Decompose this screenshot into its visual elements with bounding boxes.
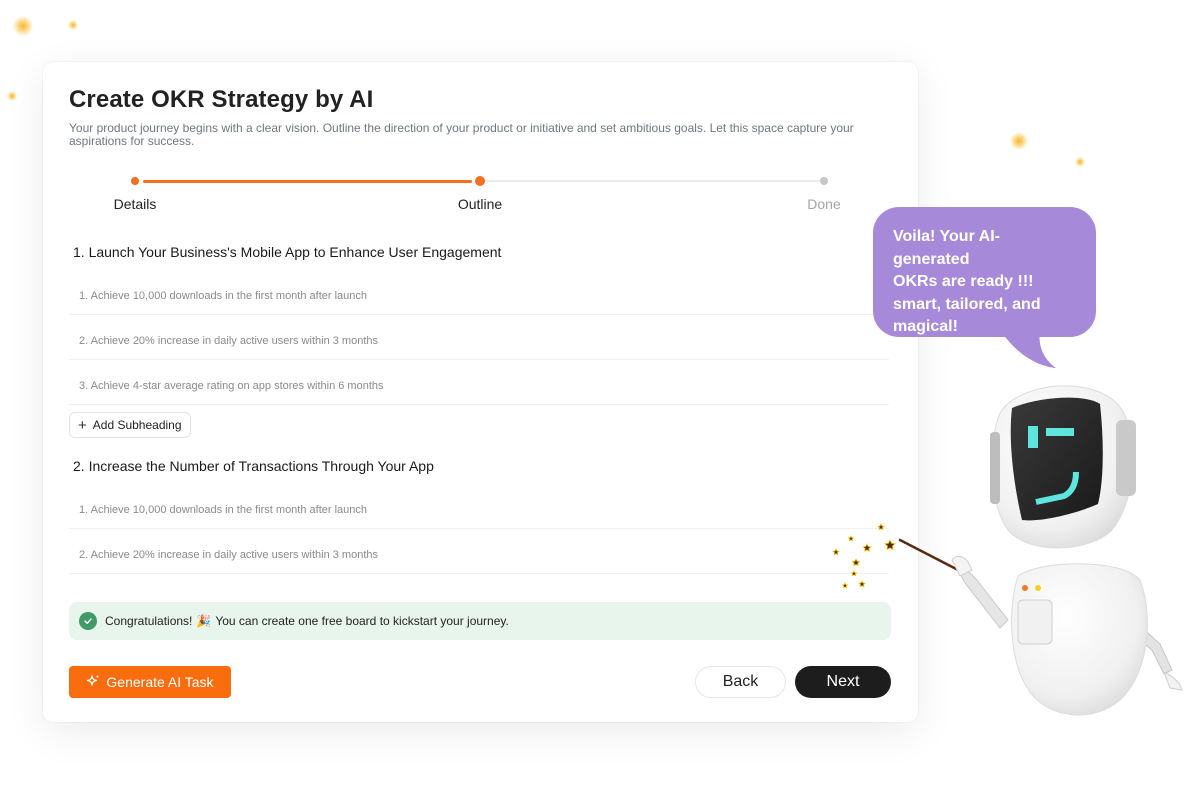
back-button[interactable]: Back xyxy=(695,666,786,698)
page-title: Create OKR Strategy by AI xyxy=(69,86,374,113)
objective-heading[interactable]: 1. Launch Your Business's Mobile App to … xyxy=(73,244,501,260)
step-dot-done xyxy=(820,177,828,185)
key-result-text: 2. Achieve 20% increase in daily active … xyxy=(79,335,378,347)
progress-stepper: Details Outline Done xyxy=(43,172,918,212)
page-subtitle: Your product journey begins with a clear… xyxy=(69,121,854,148)
robot-light-orange xyxy=(1022,585,1028,591)
objective-heading[interactable]: 2. Increase the Number of Transactions T… xyxy=(73,458,434,474)
key-result-text: 3. Achieve 4-star average rating on app … xyxy=(79,380,384,392)
robot-mascot-illustration xyxy=(898,385,1183,716)
robot-ear-right xyxy=(1116,420,1136,496)
add-subheading-label: Add Subheading xyxy=(92,418,182,432)
robot-arm-left xyxy=(959,567,1009,629)
stepper-remaining-line xyxy=(483,180,820,182)
speech-bubble: Voila! Your AI-generated OKRs are ready … xyxy=(873,207,1096,337)
stepper-progress-line xyxy=(143,180,472,183)
party-popper-icon: 🎉 xyxy=(196,614,212,628)
robot-light-yellow xyxy=(1035,585,1041,591)
robot-ear-left xyxy=(990,432,1000,504)
key-result-item[interactable]: 3. Achieve 4-star average rating on app … xyxy=(69,360,889,405)
add-subheading-button[interactable]: + Add Subheading xyxy=(69,412,191,438)
star-icon xyxy=(851,558,861,567)
key-result-text: 1. Achieve 10,000 downloads in the first… xyxy=(79,290,368,302)
sparkle-icon xyxy=(1072,154,1088,170)
star-icon xyxy=(832,548,840,556)
sparkle-icon xyxy=(8,11,38,41)
bubble-line: Voila! Your AI-generated xyxy=(893,228,1000,268)
key-result-item[interactable]: 2. Achieve 20% increase in daily active … xyxy=(69,315,889,360)
sparkle-icon xyxy=(1006,128,1032,154)
generate-ai-task-button[interactable]: Generate AI Task xyxy=(69,666,231,698)
magic-wand xyxy=(898,538,964,574)
next-button[interactable]: Next xyxy=(795,666,891,698)
generate-ai-task-label: Generate AI Task xyxy=(106,674,214,690)
star-icon xyxy=(841,582,849,589)
okr-wizard-card: Create OKR Strategy by AI Your product j… xyxy=(43,62,918,722)
key-result-item[interactable]: 1. Achieve 10,000 downloads in the first… xyxy=(69,484,889,529)
sparkle-icon xyxy=(86,674,100,691)
alert-text-lead: Congratulations! xyxy=(105,614,193,628)
plus-icon: + xyxy=(78,416,87,434)
sparkle-icon xyxy=(65,17,81,33)
key-result-text: 2. Achieve 20% increase in daily active … xyxy=(79,549,378,561)
step-outline[interactable]: Outline xyxy=(458,196,502,212)
step-details[interactable]: Details xyxy=(114,196,157,212)
robot-eye-left xyxy=(1028,426,1038,448)
star-icon xyxy=(847,535,855,542)
sparkle-icon xyxy=(4,88,20,104)
bubble-line: OKRs are ready !!! xyxy=(893,273,1034,290)
bubble-line: smart, tailored, and xyxy=(893,295,1041,313)
robot-chest-panel xyxy=(1017,599,1053,645)
step-dot-details xyxy=(131,177,139,185)
robot-eye-right xyxy=(1046,428,1074,436)
star-icon xyxy=(858,580,866,588)
key-result-text: 1. Achieve 10,000 downloads in the first… xyxy=(79,504,368,516)
success-alert: Congratulations! 🎉 You can create one fr… xyxy=(69,602,891,640)
star-icon xyxy=(877,523,885,531)
star-icon xyxy=(862,543,872,552)
robot-hand-right xyxy=(1163,670,1183,691)
robot-face-screen xyxy=(1010,397,1103,521)
key-result-item[interactable]: 2. Achieve 20% increase in daily active … xyxy=(69,529,889,574)
step-dot-outline xyxy=(475,176,485,186)
step-done: Done xyxy=(807,196,841,212)
bubble-line: magical! xyxy=(893,318,958,335)
check-circle-icon xyxy=(79,612,97,630)
key-result-item[interactable]: 1. Achieve 10,000 downloads in the first… xyxy=(69,270,889,315)
star-icon xyxy=(850,570,858,577)
alert-text: You can create one free board to kicksta… xyxy=(215,614,509,628)
